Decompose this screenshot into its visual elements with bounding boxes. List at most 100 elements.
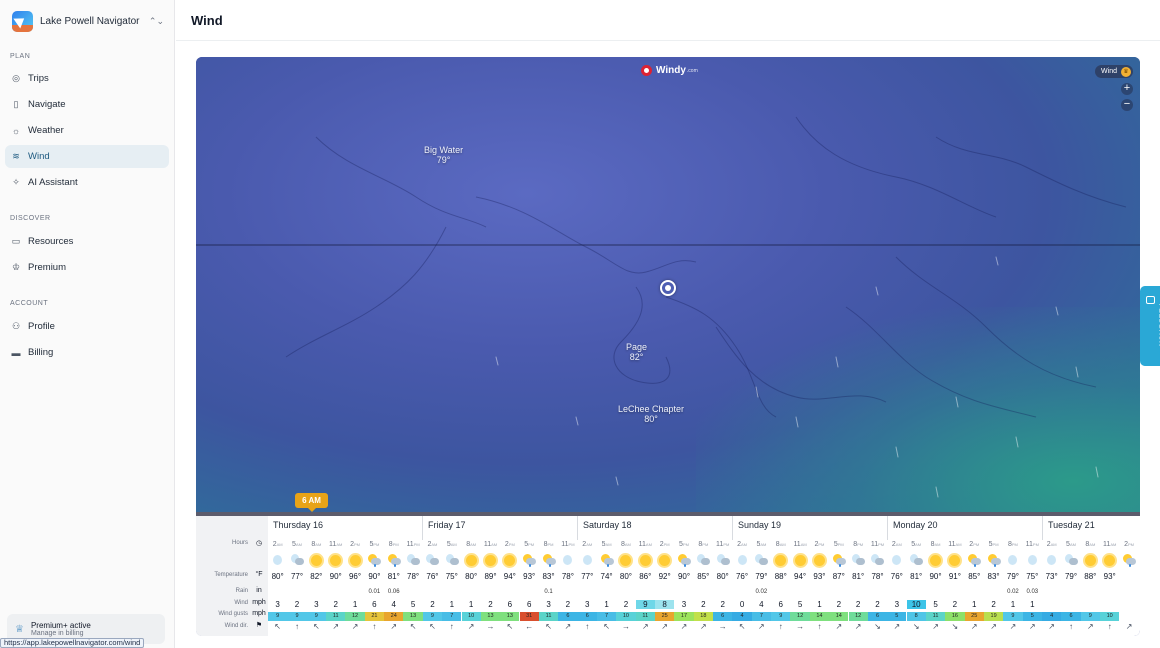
wind-direction-arrow: ↗ xyxy=(467,622,475,631)
unit-wind[interactable]: mph xyxy=(252,599,266,606)
temperature-cell: 83° xyxy=(542,572,555,581)
zoom-in-button[interactable]: + xyxy=(1121,83,1133,95)
zoom-out-button[interactable]: − xyxy=(1121,99,1133,111)
wind-direction-arrow: → xyxy=(621,622,630,631)
sidebar-item-weather[interactable]: ☼ Weather xyxy=(5,119,169,142)
rain-cell: 0.01 xyxy=(368,589,381,595)
app-switcher[interactable]: Lake Powell Navigator ⌃⌄ xyxy=(12,9,164,33)
windy-logo[interactable]: Windy .com xyxy=(641,65,698,76)
sidebar-item-wind[interactable]: ≋ Wind xyxy=(5,145,169,168)
temperature-cell: 77° xyxy=(581,572,594,581)
hour-cell: 11AM xyxy=(1103,541,1117,548)
sidebar-item-premium[interactable]: ♔ Premium xyxy=(5,256,169,279)
wind-cell: 6 xyxy=(526,600,532,609)
sun-icon xyxy=(790,552,809,568)
moon-icon xyxy=(268,552,287,568)
temperature-cell: 79° xyxy=(1064,572,1078,581)
moon-cloud-icon xyxy=(849,552,868,568)
wind-direction-arrow: ↗ xyxy=(351,622,359,631)
gust-cell: 17 xyxy=(674,612,694,621)
temperature-cell: 81° xyxy=(852,572,865,581)
hour-cell: 8AM xyxy=(466,541,477,548)
wind-direction-arrow: ↗ xyxy=(680,622,688,631)
section-label-discover: DISCOVER xyxy=(10,215,51,222)
temperature-cell: 83° xyxy=(987,572,1000,581)
cloud-sun-icon xyxy=(597,552,616,568)
sidebar-item-billing[interactable]: ▬ Billing xyxy=(5,341,169,364)
cloud-sun-icon xyxy=(520,552,539,568)
gust-cell: 9 xyxy=(287,612,307,621)
sidebar-item-trips[interactable]: ◎ Trips xyxy=(5,67,169,90)
gust-cell: 14 xyxy=(829,612,849,621)
sidebar-item-ai-assistant[interactable]: ✧ AI Assistant xyxy=(5,171,169,194)
sun-icon xyxy=(926,552,945,568)
place-label-big-water[interactable]: Big Water 79° xyxy=(424,145,463,165)
rain-cell: 0.02 xyxy=(1007,589,1019,595)
wind-cell: 1 xyxy=(468,600,474,609)
unit-gusts[interactable]: mph xyxy=(252,610,266,617)
hour-cell: 2PM xyxy=(504,541,515,548)
sidebar-item-resources[interactable]: ▭ Resources xyxy=(5,230,169,253)
location-marker[interactable] xyxy=(660,280,676,296)
hour-cell: 5AM xyxy=(1066,541,1076,548)
wind-map[interactable]: Windy .com Wind ♛ + − Big Water 79° Page 82… xyxy=(196,57,1140,512)
gust-cell: 9 xyxy=(268,612,288,621)
sidebar-item-label: Resources xyxy=(28,236,74,247)
cloud-sun-icon xyxy=(365,552,384,568)
wind-cell: 1 xyxy=(604,600,609,609)
gust-cell: 8 xyxy=(906,612,926,621)
cloud-sun-icon xyxy=(965,552,984,568)
wind-direction-arrow: ↗ xyxy=(854,622,862,631)
temperature-cell: 81° xyxy=(910,572,923,581)
cloud-sun-icon xyxy=(674,552,693,568)
feedback-tab[interactable]: FEEDBACK xyxy=(1140,286,1160,366)
windy-widget[interactable]: Windy .com Wind ♛ + − Big Water 79° Page 82… xyxy=(196,57,1140,636)
moon-cloud-icon xyxy=(752,552,771,568)
wind-cell: 2 xyxy=(294,600,300,609)
temperature-cell: 80° xyxy=(716,572,729,581)
rain-cell: 0.1 xyxy=(544,589,553,595)
wind-direction-arrow: ↗ xyxy=(835,622,843,631)
wind-direction-arrow: ↑ xyxy=(817,622,822,631)
place-label-page[interactable]: Page 82° xyxy=(626,342,647,362)
moon-cloud-icon xyxy=(713,552,732,568)
wind-direction-arrow: ↗ xyxy=(641,622,649,631)
layer-selector[interactable]: Wind ♛ xyxy=(1095,65,1133,78)
status-url: https://app.lakepowellnavigator.com/wind xyxy=(0,638,145,648)
gust-cell: 11 xyxy=(326,612,346,621)
sidebar-item-label: Trips xyxy=(28,73,49,84)
temperature-cell: 76° xyxy=(426,572,439,581)
moon-cloud-icon xyxy=(287,552,306,568)
wind-direction-arrow: ↗ xyxy=(564,622,572,631)
topbar: Wind xyxy=(176,0,1160,41)
temperature-cell: 76° xyxy=(735,572,749,581)
wind-cell: 1 xyxy=(1030,600,1035,609)
wind-cell: 2 xyxy=(565,600,571,609)
wind-cell: 2 xyxy=(855,600,861,609)
hour-cell: 2AM xyxy=(1046,541,1057,548)
hour-cell: 8AM xyxy=(775,541,786,548)
cloud-sun-icon xyxy=(829,552,848,568)
unit-rain[interactable]: in xyxy=(252,587,266,594)
hour-cell: 5AM xyxy=(446,541,457,548)
hour-cell: 2AM xyxy=(891,541,902,548)
wind-cell: 3 xyxy=(681,600,687,609)
wind-cell: 6 xyxy=(778,600,783,609)
sidebar: Lake Powell Navigator ⌃⌄ PLAN ◎ Trips ▯ Na… xyxy=(0,0,175,648)
wind-cell: 5 xyxy=(933,600,938,609)
wind-cell: 2 xyxy=(991,600,996,609)
gust-cell: 31 xyxy=(519,612,539,621)
sun-icon xyxy=(500,552,519,568)
place-label-lechee[interactable]: LeChee Chapter 80° xyxy=(618,404,684,424)
moon-cloud-icon xyxy=(907,552,926,568)
sun-icon xyxy=(616,552,635,568)
day-label: Saturday 18 xyxy=(583,520,632,530)
wind-direction-arrow: ↑ xyxy=(778,622,783,631)
time-badge[interactable]: 6 AM xyxy=(295,493,328,512)
sidebar-item-profile[interactable]: ⚇ Profile xyxy=(5,315,169,338)
unit-temperature[interactable]: °F xyxy=(252,571,266,578)
hour-cell: 8AM xyxy=(930,541,941,548)
hour-cell: 2AM xyxy=(272,541,283,548)
gust-cell: 7 xyxy=(751,612,772,621)
sidebar-item-navigate[interactable]: ▯ Navigate xyxy=(5,93,169,116)
